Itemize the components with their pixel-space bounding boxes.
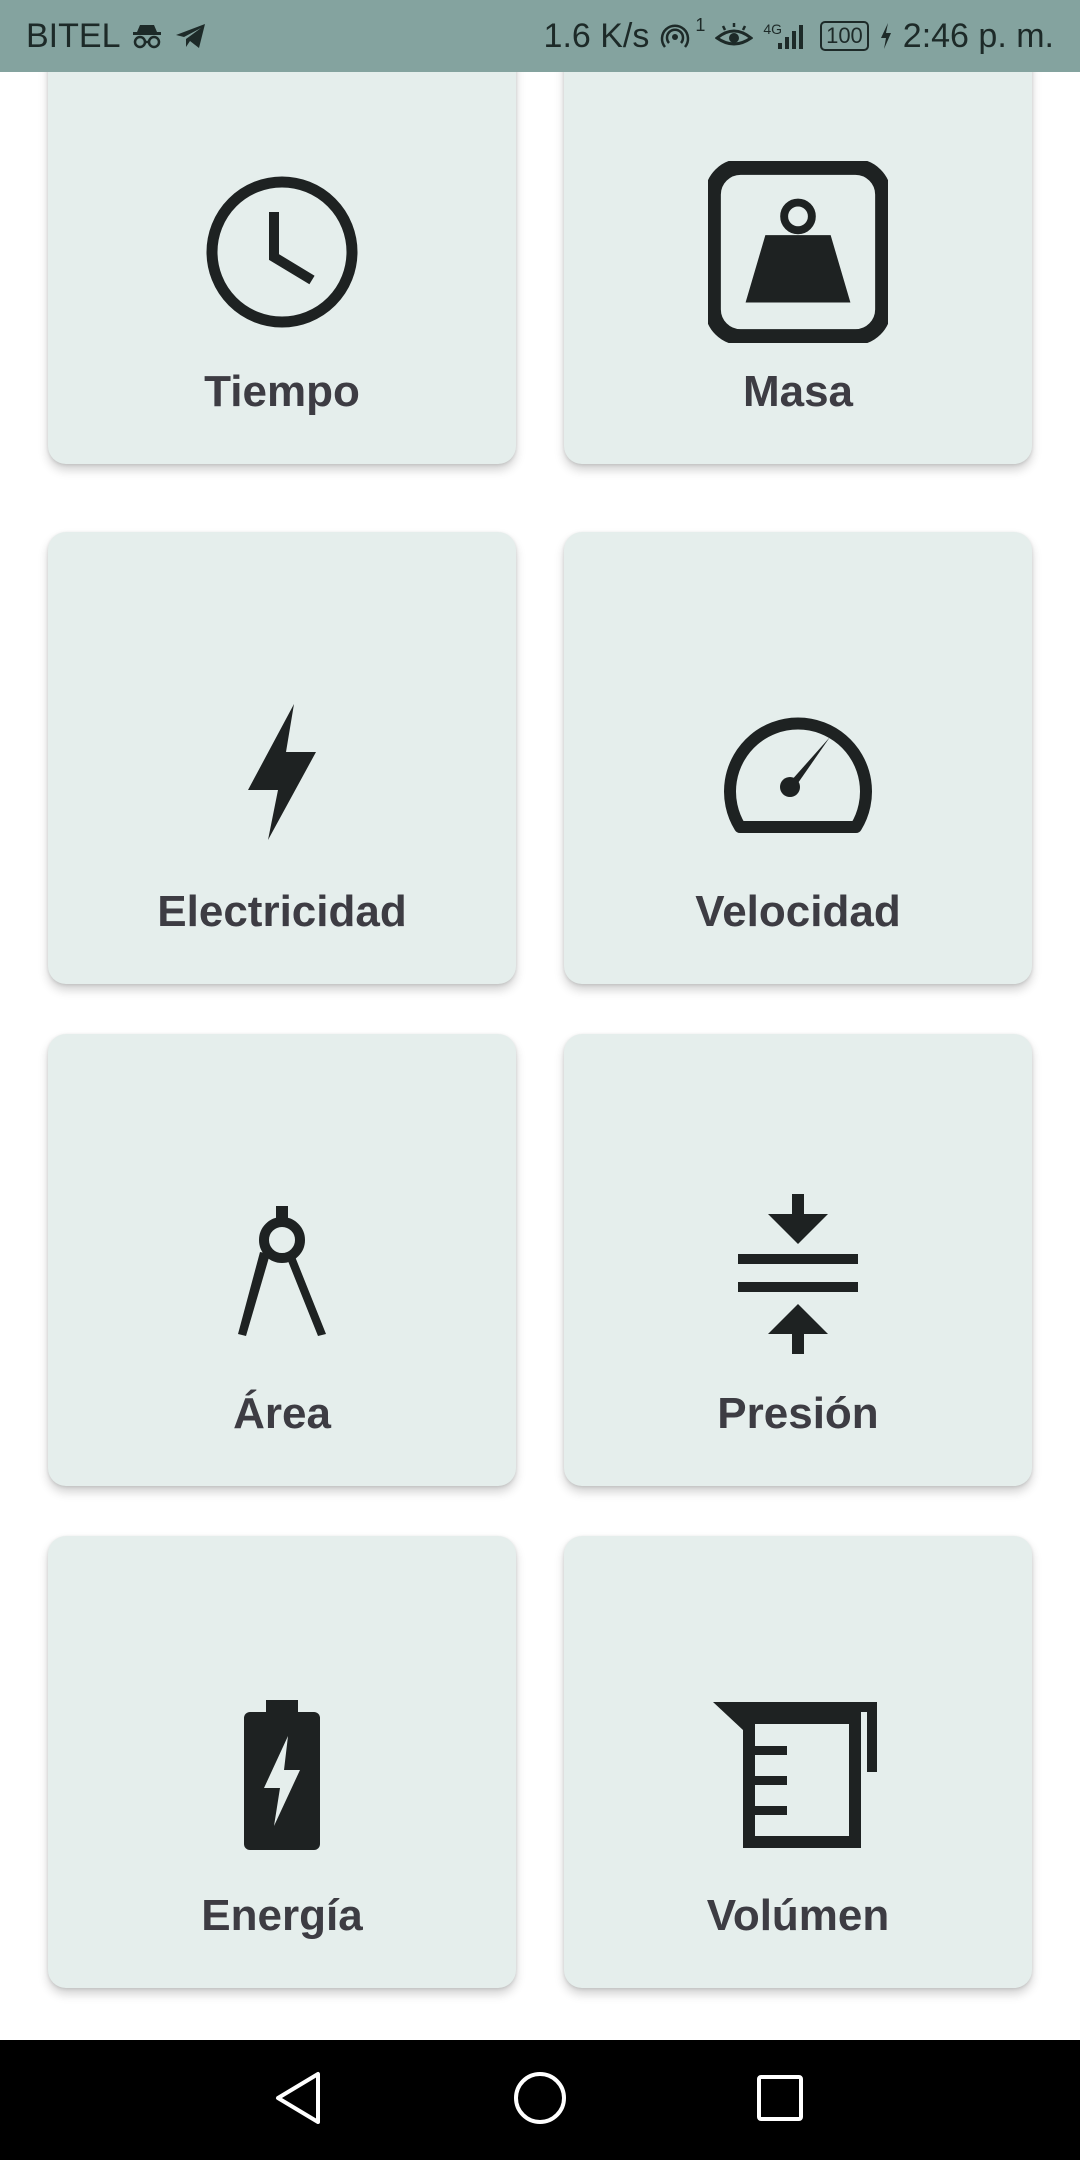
home-icon <box>510 2068 570 2133</box>
navigation-bar <box>0 2040 1080 2160</box>
status-bar: BITEL 1.6 K/s 1 4G 100 2:46 p. m. <box>0 0 1080 72</box>
compress-icon <box>708 1184 888 1364</box>
recents-button[interactable] <box>740 2060 820 2140</box>
eye-icon <box>715 22 754 50</box>
card-label-area: Área <box>233 1389 331 1438</box>
hotspot-icon: 1 <box>659 15 705 51</box>
back-icon <box>270 2068 330 2133</box>
weight-icon <box>708 161 888 343</box>
net-speed: 1.6 K/s <box>543 16 650 55</box>
card-volumen[interactable]: Volúmen <box>564 1536 1032 1988</box>
speedometer-icon <box>708 682 888 862</box>
card-label-electricidad: Electricidad <box>157 887 407 936</box>
card-energia[interactable]: Energía <box>48 1536 516 1988</box>
card-area[interactable]: Área <box>48 1034 516 1486</box>
hotspot-count: 1 <box>695 15 706 35</box>
card-masa[interactable]: Masa <box>564 72 1032 464</box>
carrier-name: BITEL <box>26 16 121 55</box>
card-label-masa: Masa <box>742 367 854 416</box>
measuring-cup-icon <box>708 1686 888 1866</box>
status-bar-right: 1.6 K/s 1 4G 100 2:46 p. m. <box>543 15 1054 56</box>
battery-charging-icon <box>192 1686 372 1866</box>
home-button[interactable] <box>500 2060 580 2140</box>
charging-icon <box>879 22 893 50</box>
card-electricidad[interactable]: Electricidad <box>48 532 516 984</box>
telegram-icon <box>174 22 208 50</box>
card-label-presion: Presión <box>717 1389 879 1438</box>
card-label-tiempo: Tiempo <box>204 367 360 416</box>
recents-icon <box>750 2068 810 2133</box>
card-presion[interactable]: Presión <box>564 1034 1032 1486</box>
clock-time: 2:46 p. m. <box>902 16 1054 55</box>
battery-level: 100 <box>820 21 869 51</box>
clock-icon <box>192 162 372 342</box>
card-label-energia: Energía <box>201 1891 363 1940</box>
card-tiempo[interactable]: Tiempo <box>48 72 516 464</box>
lightning-icon <box>192 682 372 862</box>
incognito-icon <box>130 22 164 50</box>
compass-icon <box>192 1184 372 1364</box>
card-velocidad[interactable]: Velocidad <box>564 532 1032 984</box>
categories-grid: Tiempo Masa Electricidad Velocidad Área … <box>0 72 1080 2040</box>
signal-icon: 4G <box>763 21 810 51</box>
battery-icon: 100 <box>820 21 869 51</box>
status-bar-left: BITEL <box>26 17 208 56</box>
card-label-volumen: Volúmen <box>706 1891 890 1940</box>
card-label-velocidad: Velocidad <box>695 887 901 936</box>
back-button[interactable] <box>260 2060 340 2140</box>
